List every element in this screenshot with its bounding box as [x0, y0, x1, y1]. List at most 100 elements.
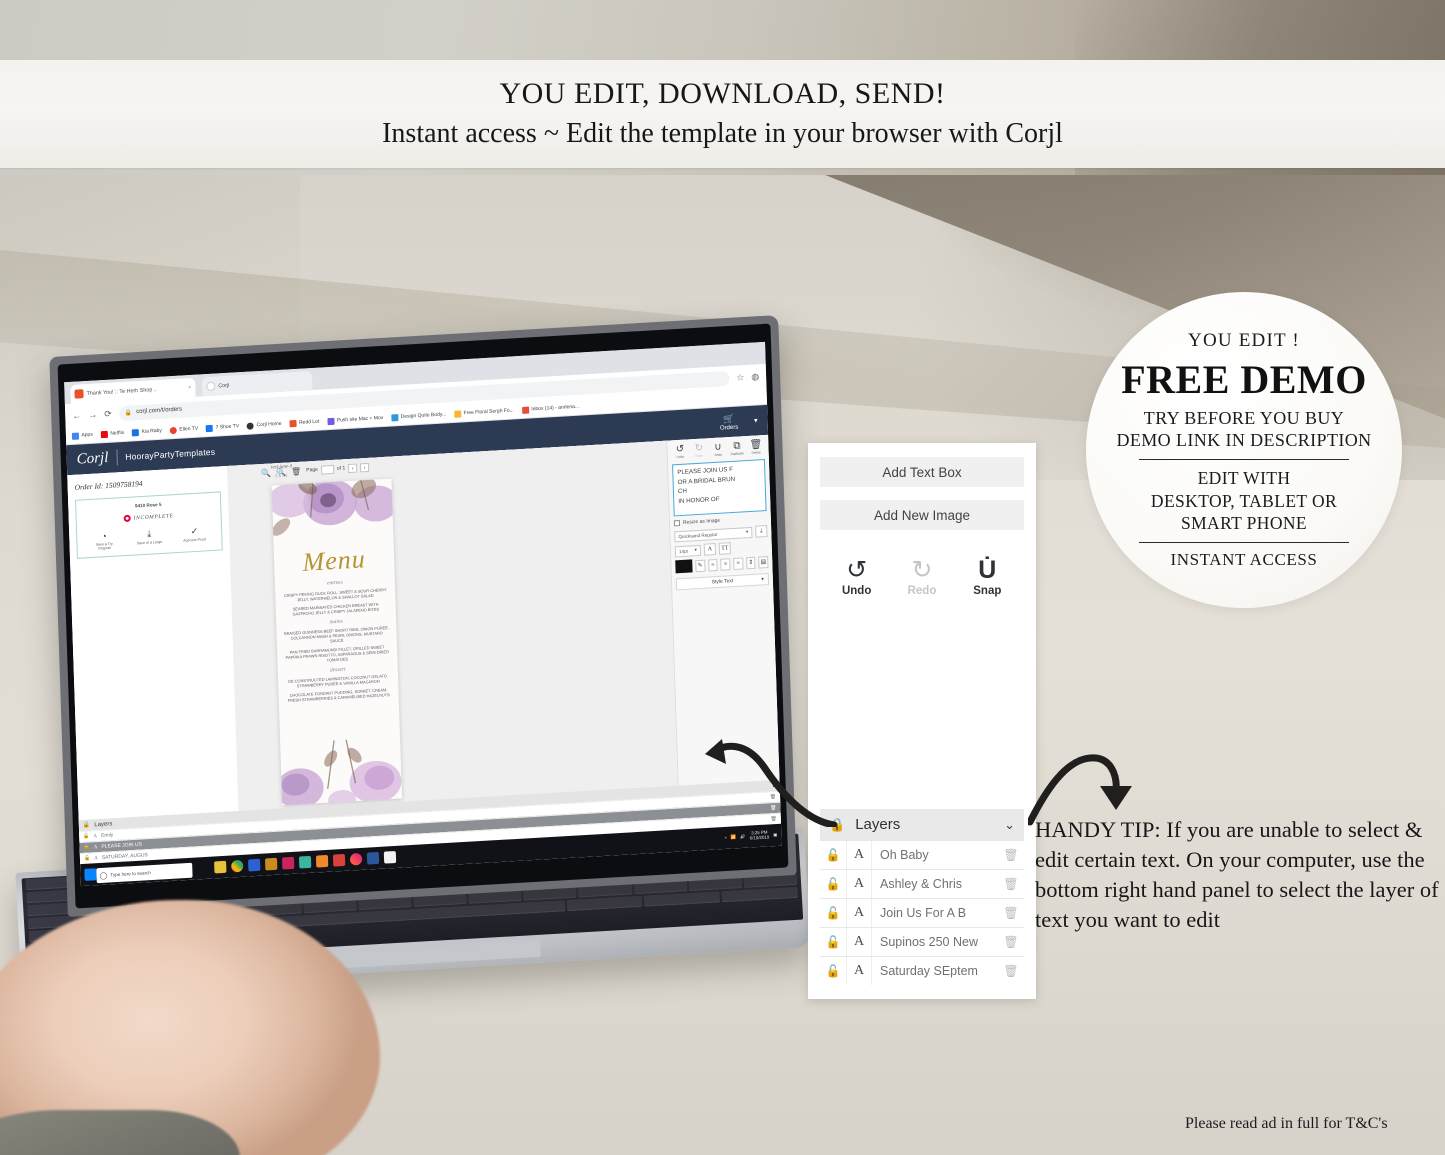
add-text-box-button[interactable]: Add Text Box: [820, 457, 1024, 487]
align-center-icon[interactable]: ≡: [720, 557, 731, 571]
vlc-icon[interactable]: [315, 854, 329, 868]
next-page-button[interactable]: ›: [360, 462, 370, 472]
close-icon[interactable]: ×: [188, 384, 192, 390]
list-item[interactable]: 🔓 A Join Us For A B 🗑: [820, 898, 1024, 927]
trash-icon[interactable]: 🗑: [291, 466, 301, 476]
font-family-select[interactable]: Quicksand Regular ▾: [674, 526, 753, 542]
reload-icon[interactable]: ⟳: [104, 408, 112, 419]
notifications-icon[interactable]: ▣: [773, 832, 777, 838]
chevron-down-icon[interactable]: ▾: [754, 416, 758, 424]
lock-icon[interactable]: 🔓: [83, 834, 89, 840]
undo-icon: ↺: [846, 557, 868, 584]
bookmark-item[interactable]: Free Floral Sergh Fo...: [454, 407, 514, 418]
trash-icon[interactable]: 🗑: [998, 935, 1024, 949]
bookmark-item[interactable]: Apps: [71, 431, 93, 440]
text-edit-textarea[interactable]: PLEASE JOIN US F OR A BRIDAL BRUN CH IN …: [672, 459, 767, 517]
page-input[interactable]: [320, 464, 335, 475]
lock-icon[interactable]: 🔓: [84, 845, 90, 851]
list-item[interactable]: 🔓 A Oh Baby 🗑: [820, 840, 1024, 869]
trash-icon[interactable]: 🗑: [998, 848, 1024, 862]
panel-toolbar: ↺ Undo ↻ Redo U̇ Snap: [820, 543, 1024, 598]
font-download-button[interactable]: ⤓: [755, 525, 768, 538]
list-item[interactable]: 🔓 A Ashley & Chris 🗑: [820, 869, 1024, 898]
redo-button[interactable]: ↻ Redo: [690, 442, 707, 458]
unlock-icon[interactable]: 🔓: [820, 935, 846, 949]
network-icon[interactable]: 📶: [731, 834, 737, 840]
edge-icon[interactable]: [248, 858, 261, 872]
app-icon[interactable]: [265, 857, 278, 871]
approve-proof-button[interactable]: ✓ Approve Proof: [179, 525, 210, 546]
undo-button[interactable]: ↺ Undo: [836, 557, 877, 597]
zoom-in-icon[interactable]: 🔍: [261, 468, 271, 478]
bookmark-item[interactable]: Push site Mac + Mov: [327, 414, 383, 425]
eyedropper-icon[interactable]: ✎: [695, 559, 706, 572]
explorer-icon[interactable]: [214, 860, 227, 874]
bookmark-item[interactable]: Ellen TV: [169, 425, 198, 434]
undo-button[interactable]: ↺ Undo: [671, 443, 688, 459]
menu-card-body: CRISPY PEKING DUCK ROLL, SWEET & SOUR CH…: [282, 587, 392, 707]
trash-icon[interactable]: 🗑: [998, 964, 1024, 978]
bookmark-item[interactable]: Netflix: [100, 429, 125, 438]
unlock-icon[interactable]: 🔓: [820, 877, 846, 891]
back-icon[interactable]: ←: [72, 410, 81, 421]
list-item[interactable]: 🔓 A Supinos 250 New 🗑: [820, 927, 1024, 956]
forward-icon[interactable]: →: [88, 409, 97, 420]
unlock-icon[interactable]: 🔓: [820, 848, 846, 862]
windows-search-box[interactable]: ◯ Type here to search: [96, 862, 193, 884]
menu-card-preview[interactable]: Menu entrees CRISPY PEKING DUCK ROLL, SW…: [271, 478, 403, 806]
lock-icon[interactable]: 🔓: [84, 856, 90, 862]
edit-toolbar: ↺ Undo ↻ Redo ∪ Snap ⧉ Duplicate 🗑 Delete: [671, 439, 764, 459]
menu-item: BRAISED GUINNESS BEEF SHORT RIBS, ONION …: [283, 624, 389, 644]
chrome-icon[interactable]: [231, 859, 244, 873]
save-large-button[interactable]: ⤓ Save of a Large: [134, 528, 165, 549]
list-item[interactable]: 🔓 A Saturday SEptem 🗑: [820, 956, 1024, 985]
menu-item: PAN FRIED BARRAMUNDI FILLET, GRILLED SWE…: [285, 644, 389, 663]
volume-icon[interactable]: 🔊: [740, 834, 746, 840]
bookmark-label: Apps: [81, 431, 93, 439]
bookmark-item[interactable]: Design Quite Body...: [391, 411, 446, 421]
add-new-image-button[interactable]: Add New Image: [820, 500, 1024, 530]
bookmark-item[interactable]: Kia Raby: [132, 427, 162, 436]
bookmark-item[interactable]: Redd Lot: [289, 418, 319, 427]
save-original-button[interactable]: ◔ Save a Try Original: [89, 530, 120, 551]
text-layer-icon: A: [94, 855, 98, 861]
trash-icon[interactable]: 🗑: [998, 877, 1024, 891]
style-text-accordion[interactable]: Style Text ▾: [675, 573, 770, 591]
folder-icon[interactable]: [298, 855, 312, 869]
delete-button[interactable]: 🗑 Delete: [747, 439, 764, 455]
bookmark-item[interactable]: 7 Shoe TV: [206, 423, 239, 432]
bookmark-item[interactable]: Inbox (14) - anrlena...: [521, 403, 579, 414]
unlock-icon[interactable]: 🔓: [820, 964, 846, 978]
align-justify-icon[interactable]: ≡: [733, 556, 744, 570]
font-size-select[interactable]: 14pt ▾: [674, 544, 702, 557]
more-options-icon[interactable]: ▤: [758, 555, 769, 569]
acrobat-icon[interactable]: [332, 853, 346, 867]
redo-button[interactable]: ↻ Redo: [901, 557, 942, 597]
letter-spacing-button[interactable]: TT: [718, 542, 732, 555]
chevron-up-icon[interactable]: ^: [725, 835, 727, 840]
resize-as-image-checkbox[interactable]: Resize as Image: [673, 515, 767, 527]
line-height-icon[interactable]: ⇕: [745, 556, 756, 569]
lightroom-icon[interactable]: [281, 856, 295, 870]
mail-icon[interactable]: [383, 850, 397, 864]
order-thumbnail-card[interactable]: 9410 Rose 5 INCOMPLETE ◔ Save a Try Orig…: [75, 491, 223, 560]
layers-header[interactable]: 🔒 Layers ⌄: [820, 809, 1024, 840]
duplicate-button[interactable]: ⧉ Duplicate: [728, 440, 745, 456]
chevron-down-icon[interactable]: ⌄: [1004, 817, 1015, 833]
trash-icon[interactable]: 🗑: [998, 906, 1024, 920]
clock[interactable]: 3:25 PM 6/10/2019: [750, 830, 770, 842]
bookmark-item[interactable]: Corjl Home: [247, 420, 282, 430]
bold-button[interactable]: A: [703, 543, 717, 556]
text-color-swatch[interactable]: [675, 559, 693, 574]
prev-page-button[interactable]: ‹: [348, 463, 358, 473]
firefox-icon[interactable]: [349, 852, 363, 866]
star-icon[interactable]: ☆: [736, 372, 744, 383]
align-left-icon[interactable]: ≡: [707, 558, 718, 572]
start-icon[interactable]: [84, 868, 97, 881]
snap-button[interactable]: U̇ Snap: [967, 557, 1008, 598]
snap-button[interactable]: ∪ Snap: [709, 441, 726, 457]
extensions-icon[interactable]: ◍: [751, 371, 759, 382]
unlock-icon[interactable]: 🔓: [820, 906, 846, 920]
word-icon[interactable]: [366, 851, 380, 865]
orders-button[interactable]: 🛒 Orders: [720, 413, 739, 431]
